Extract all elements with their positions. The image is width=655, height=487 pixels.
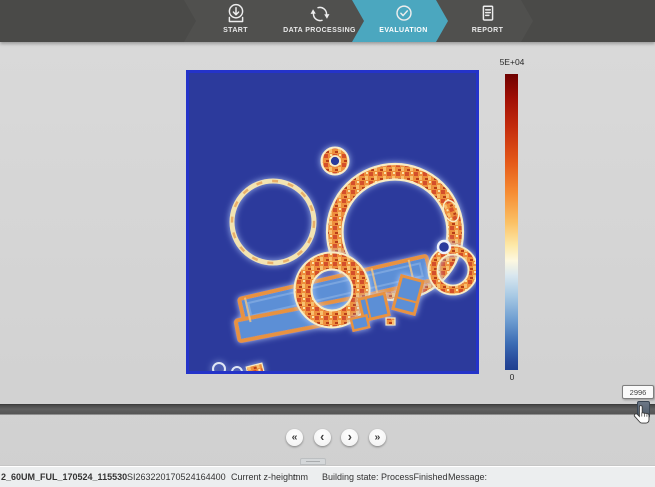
status-z-height-label: Current z-height: bbox=[231, 472, 298, 482]
first-layer-button[interactable]: « bbox=[286, 429, 303, 446]
layer-heatmap-image bbox=[189, 73, 476, 371]
layer-heatmap-viewer bbox=[186, 70, 479, 374]
colorbar-wrap: 5E+04 0 bbox=[488, 57, 536, 389]
status-z-height-unit: mm bbox=[293, 472, 308, 482]
layer-slider-tooltip: 2996 bbox=[622, 385, 654, 399]
statusbar-splitter-grip[interactable] bbox=[300, 458, 326, 465]
last-layer-glyph: » bbox=[375, 431, 381, 443]
colorbar-min-label: 0 bbox=[488, 372, 536, 382]
tab-start[interactable]: START bbox=[184, 0, 281, 42]
download-icon bbox=[225, 3, 247, 25]
first-layer-glyph: « bbox=[292, 431, 298, 443]
tab-report-label: REPORT bbox=[472, 27, 504, 34]
status-session-id: SI263220170524164400 bbox=[127, 472, 226, 482]
tab-data-processing-label: DATA PROCESSING bbox=[283, 27, 356, 34]
next-layer-glyph: › bbox=[348, 430, 352, 444]
tab-evaluation-label: EVALUATION bbox=[379, 27, 427, 34]
application-window: START DATA PROCESSING EVALUATION bbox=[0, 0, 655, 487]
previous-layer-button[interactable]: ‹ bbox=[314, 429, 331, 446]
status-building-state: Building state: ProcessFinished bbox=[322, 472, 448, 482]
cursor-hand-icon bbox=[632, 404, 653, 427]
check-circle-icon bbox=[393, 3, 415, 25]
status-job-id: 2_60UM_FUL_170524_115530 bbox=[1, 472, 127, 482]
status-message-label: Message: bbox=[448, 472, 487, 482]
layer-pager: « ‹ › » bbox=[286, 429, 386, 447]
next-layer-button[interactable]: › bbox=[341, 429, 358, 446]
sync-icon bbox=[309, 3, 331, 25]
document-icon bbox=[477, 3, 499, 25]
status-bar: 2_60UM_FUL_170524_115530 SI2632201705241… bbox=[0, 465, 655, 487]
previous-layer-glyph: ‹ bbox=[320, 430, 324, 444]
workflow-header: START DATA PROCESSING EVALUATION bbox=[0, 0, 655, 42]
tab-evaluation[interactable]: EVALUATION bbox=[352, 0, 449, 42]
tab-start-label: START bbox=[223, 27, 248, 34]
layer-slider-track[interactable] bbox=[0, 404, 655, 415]
tab-report[interactable]: REPORT bbox=[436, 0, 533, 42]
tab-data-processing[interactable]: DATA PROCESSING bbox=[268, 0, 365, 42]
last-layer-button[interactable]: » bbox=[369, 429, 386, 446]
colorbar-max-label: 5E+04 bbox=[488, 57, 536, 67]
colorbar-gradient bbox=[505, 74, 518, 370]
